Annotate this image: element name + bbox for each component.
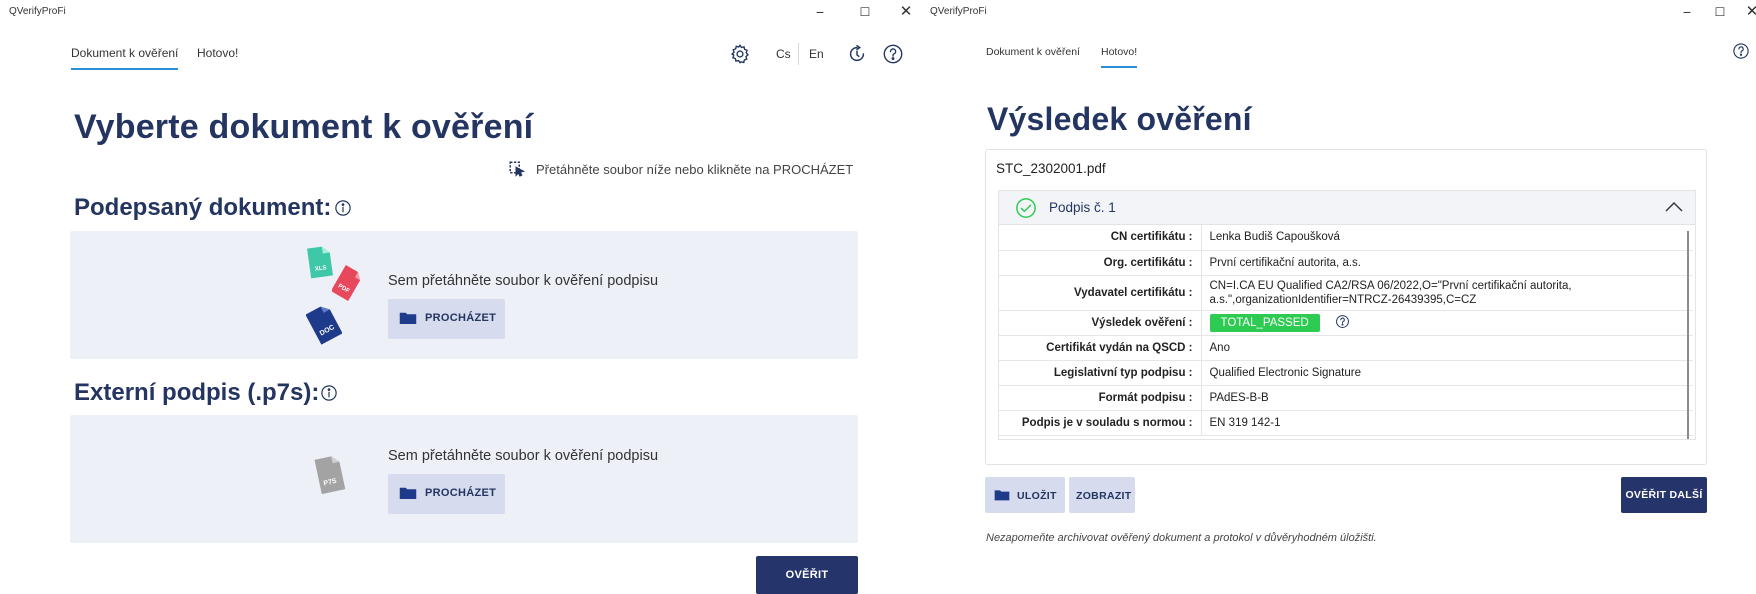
table-row: Vydavatel certifikátu : CN=I.CA EU Quali… bbox=[999, 275, 1693, 311]
tab-document[interactable]: Dokument k ověření bbox=[986, 46, 1080, 68]
browse-button[interactable]: PROCHÁZET bbox=[388, 299, 505, 339]
signed-doc-dropzone[interactable]: XLS PDF DOC Sem přetáhněte soubor k ověř… bbox=[70, 231, 858, 359]
external-sig-dropzone[interactable]: P7S Sem přetáhněte soubor k ověření podp… bbox=[70, 415, 858, 543]
tab-document[interactable]: Dokument k ověření bbox=[71, 46, 179, 70]
help-icon[interactable] bbox=[882, 43, 904, 65]
folder-icon bbox=[399, 312, 417, 324]
p7s-file-icon: P7S bbox=[312, 453, 348, 502]
app-title: QVerifyProFi bbox=[930, 6, 987, 17]
signature-details-table: CN certifikátu : Lenka Budiš Capoušková … bbox=[999, 225, 1693, 436]
drag-hint: Přetáhněte soubor níže nebo klikněte na … bbox=[536, 162, 854, 177]
row-key: Org. certifikátu : bbox=[999, 250, 1202, 276]
scrollbar[interactable] bbox=[1687, 231, 1689, 439]
row-value: EN 319 142-1 bbox=[1201, 410, 1693, 436]
browse-button-label: PROCHÁZET bbox=[425, 312, 497, 324]
issuer-line-1: CN=I.CA EU Qualified CA2/RSA 06/2022,O="… bbox=[1209, 279, 1572, 292]
table-row: Podpis je v souladu s normou : EN 319 14… bbox=[999, 410, 1693, 436]
signature-panel: Podpis č. 1 CN certifikátu : Lenka Budiš… bbox=[998, 190, 1696, 440]
row-value: Qualified Electronic Signature bbox=[1201, 360, 1693, 386]
archive-note: Nezapomeňte archivovat ověřený dokument … bbox=[986, 532, 1377, 544]
row-value: TOTAL_PASSED bbox=[1201, 310, 1693, 336]
xls-file-icon: XLS bbox=[307, 245, 333, 284]
status-badge: TOTAL_PASSED bbox=[1209, 313, 1320, 332]
doc-file-icon: DOC bbox=[305, 303, 343, 350]
table-row: Legislativní typ podpisu : Qualified Ele… bbox=[999, 360, 1693, 386]
folder-icon bbox=[399, 487, 417, 499]
maximize-button[interactable]: ☐ bbox=[1710, 3, 1730, 21]
refresh-icon[interactable] bbox=[846, 43, 868, 65]
row-value: CN=I.CA EU Qualified CA2/RSA 06/2022,O="… bbox=[1201, 275, 1693, 311]
row-key: Legislativní typ podpisu : bbox=[999, 360, 1202, 386]
row-value: PAdES-B-B bbox=[1201, 385, 1693, 411]
row-key: Formát podpisu : bbox=[999, 385, 1202, 411]
page-title: Výsledek ověření bbox=[987, 101, 1252, 137]
show-button[interactable]: ZOBRAZIT bbox=[1069, 477, 1135, 513]
table-row: Certifikát vydán na QSCD : Ano bbox=[999, 335, 1693, 361]
row-key: Výsledek ověření : bbox=[999, 310, 1202, 336]
chevron-up-icon[interactable] bbox=[1665, 200, 1683, 218]
row-value: První certifikační autorita, a.s. bbox=[1201, 250, 1693, 276]
nav-bar: Dokument k ověření Hotovo! bbox=[922, 26, 1756, 76]
minimize-button[interactable]: − bbox=[810, 3, 830, 21]
check-circle-icon bbox=[1015, 197, 1037, 224]
lang-cs-button[interactable]: Cs bbox=[776, 47, 791, 61]
title-bar: QVerifyProFi − ☐ ✕ bbox=[0, 0, 922, 26]
row-key: Certifikát vydán na QSCD : bbox=[999, 335, 1202, 361]
lang-en-button[interactable]: En bbox=[809, 47, 824, 61]
lang-divider bbox=[798, 43, 799, 65]
pdf-file-icon: PDF bbox=[330, 265, 362, 306]
row-value: Lenka Budiš Capoušková bbox=[1201, 225, 1693, 251]
close-button[interactable]: ✕ bbox=[1742, 3, 1756, 21]
show-button-label: ZOBRAZIT bbox=[1076, 490, 1132, 502]
signature-header[interactable]: Podpis č. 1 bbox=[999, 191, 1695, 225]
browse-button-label: PROCHÁZET bbox=[425, 487, 497, 499]
page-title: Vyberte dokument k ověření bbox=[74, 108, 534, 146]
tab-done[interactable]: Hotovo! bbox=[1101, 46, 1138, 68]
info-icon[interactable] bbox=[320, 384, 338, 402]
dropzone-text: Sem přetáhněte soubor k ověření podpisu bbox=[388, 273, 659, 289]
table-row: Výsledek ověření : TOTAL_PASSED bbox=[999, 310, 1693, 336]
title-bar: QVerifyProFi − ☐ ✕ bbox=[922, 0, 1756, 26]
drag-drop-icon bbox=[508, 160, 526, 183]
verify-next-button[interactable]: OVĚŘIT DALŠÍ bbox=[1621, 477, 1707, 513]
signed-doc-title: Podepsaný dokument: bbox=[74, 194, 332, 221]
table-row: Formát podpisu : PAdES-B-B bbox=[999, 385, 1693, 411]
verify-button[interactable]: OVĚŘIT bbox=[756, 556, 858, 594]
folder-icon bbox=[994, 490, 1010, 501]
issuer-line-2: a.s.",organizationIdentifier=NTRCZ-26439… bbox=[1209, 293, 1477, 306]
maximize-button[interactable]: ☐ bbox=[855, 3, 875, 21]
external-sig-title: Externí podpis (.p7s): bbox=[74, 379, 320, 406]
table-row: CN certifikátu : Lenka Budiš Capoušková bbox=[999, 225, 1693, 251]
table-row: Org. certifikátu : První certifikační au… bbox=[999, 250, 1693, 276]
info-icon[interactable] bbox=[334, 199, 352, 217]
help-icon[interactable] bbox=[1335, 314, 1350, 332]
row-key: Vydavatel certifikátu : bbox=[999, 275, 1202, 311]
minimize-button[interactable]: − bbox=[1677, 3, 1697, 21]
row-key: Podpis je v souladu s normou : bbox=[999, 410, 1202, 436]
save-button[interactable]: ULOŽIT bbox=[985, 477, 1065, 513]
close-button[interactable]: ✕ bbox=[896, 3, 916, 21]
browse-button[interactable]: PROCHÁZET bbox=[388, 474, 505, 514]
row-key: CN certifikátu : bbox=[999, 225, 1202, 251]
verify-window-left: QVerifyProFi − ☐ ✕ Dokument k ověření Ho… bbox=[0, 0, 922, 594]
tab-done[interactable]: Hotovo! bbox=[197, 46, 238, 70]
gear-icon[interactable] bbox=[729, 43, 751, 65]
nav-bar: Dokument k ověření Hotovo! Cs En bbox=[0, 26, 922, 76]
row-value: Ano bbox=[1201, 335, 1693, 361]
app-title: QVerifyProFi bbox=[9, 6, 66, 17]
save-button-label: ULOŽIT bbox=[1017, 490, 1057, 502]
file-name: STC_2302001.pdf bbox=[996, 161, 1106, 176]
signature-title: Podpis č. 1 bbox=[1049, 200, 1116, 215]
help-icon[interactable] bbox=[1732, 42, 1754, 64]
dropzone-text: Sem přetáhněte soubor k ověření podpisu bbox=[388, 448, 659, 464]
result-card: STC_2302001.pdf Podpis č. 1 CN certifiká… bbox=[985, 149, 1707, 465]
